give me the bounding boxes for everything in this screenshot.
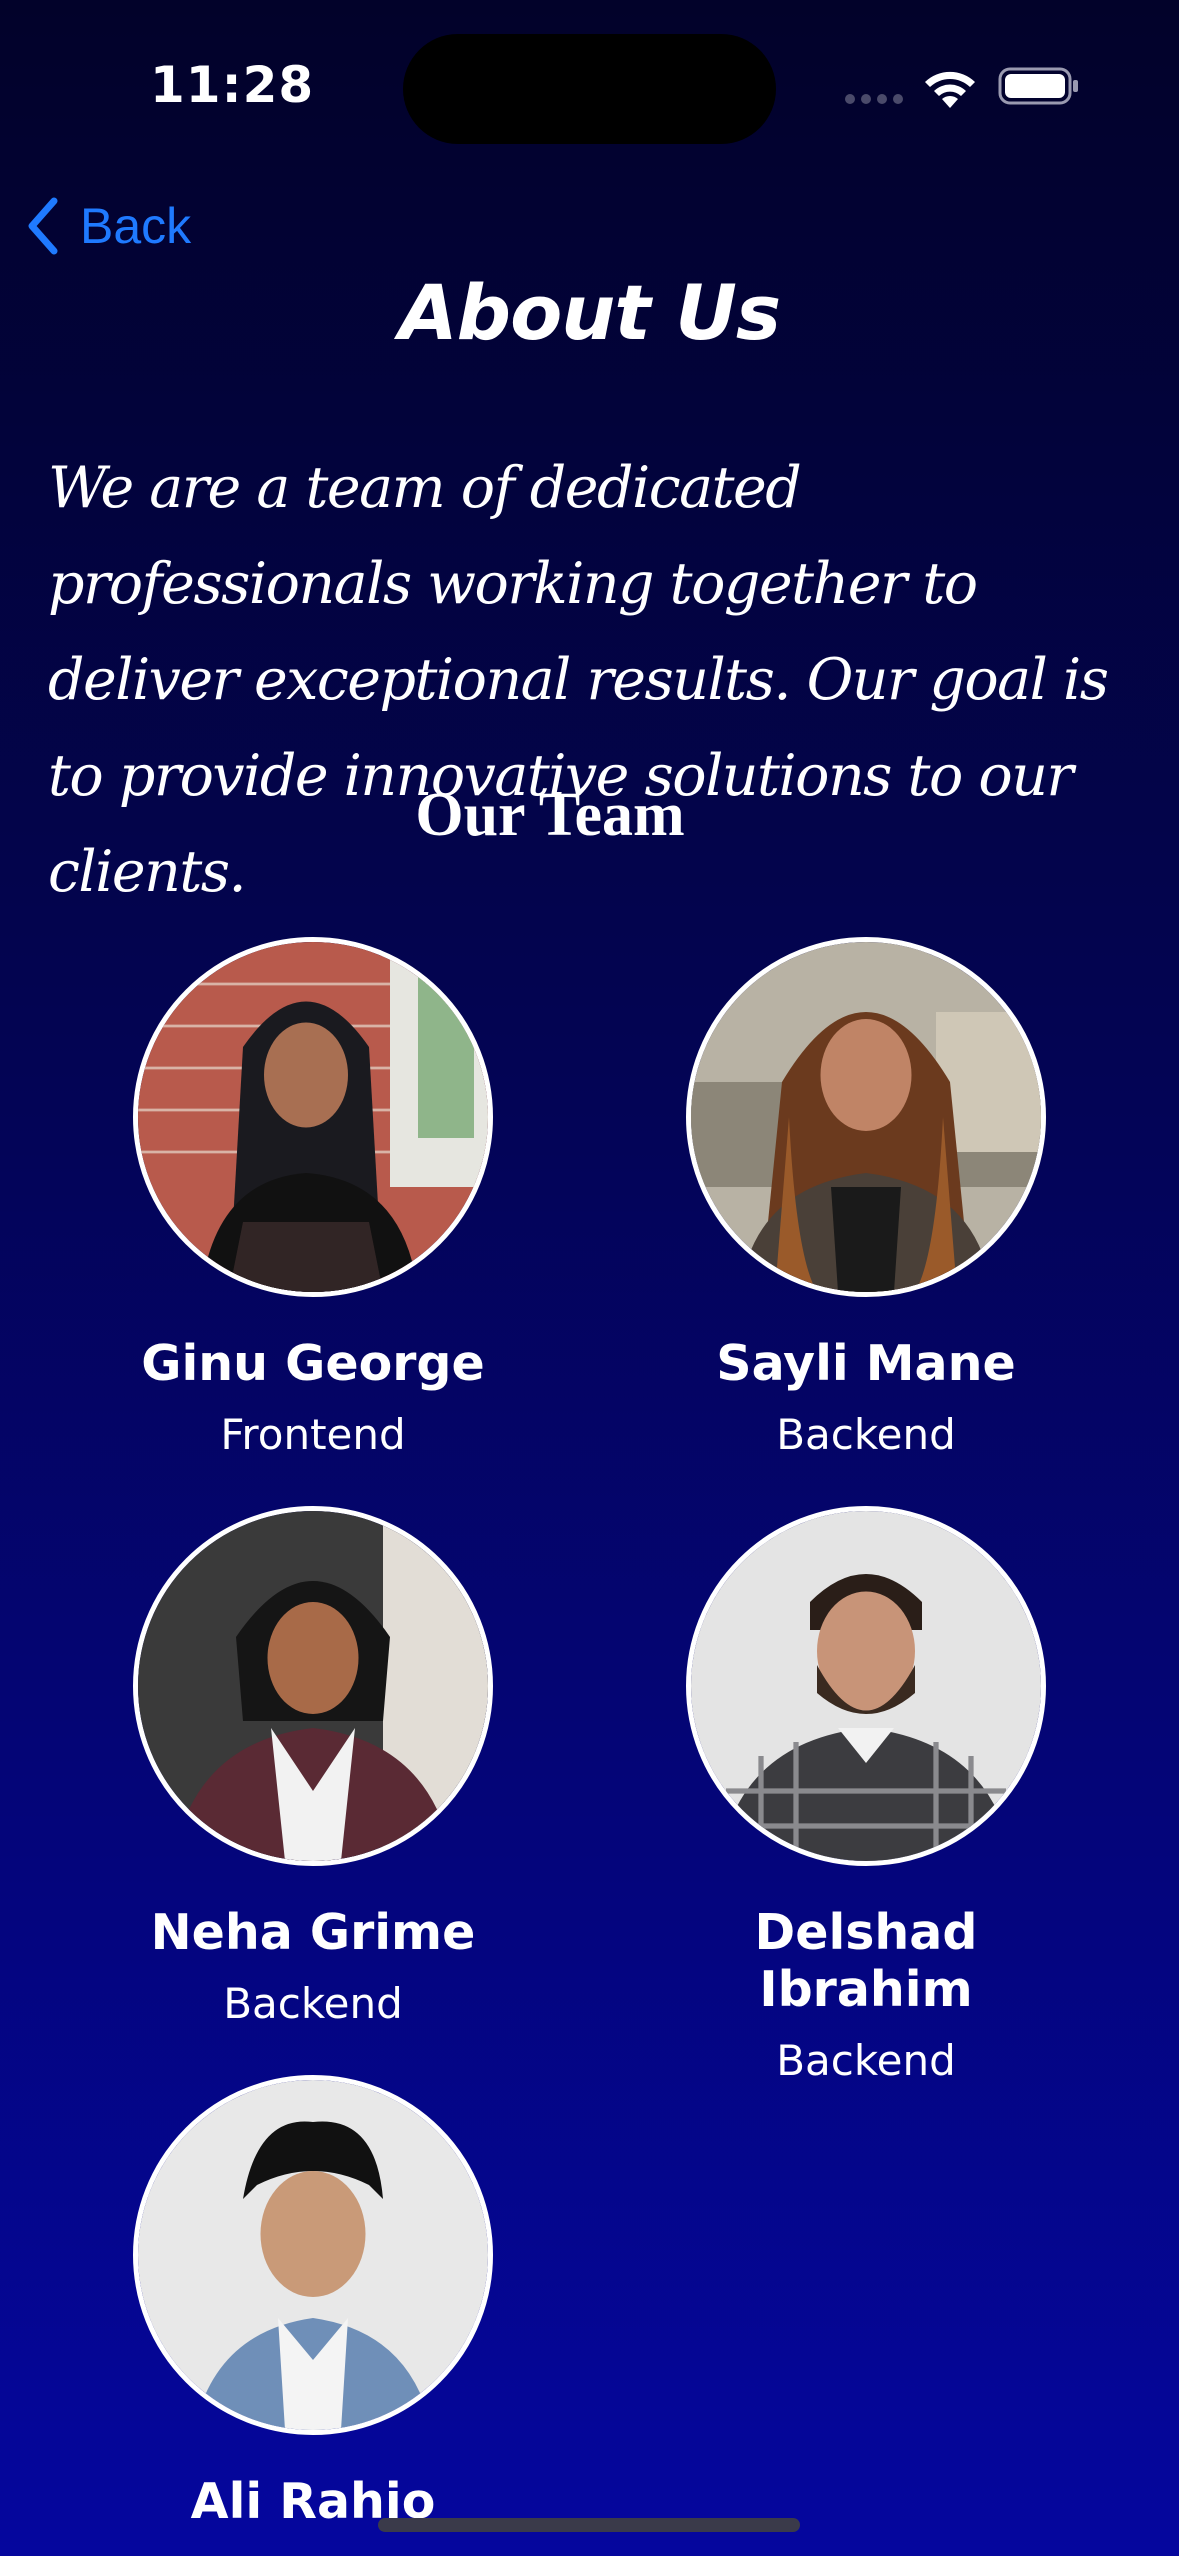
- back-button[interactable]: Back: [24, 194, 191, 258]
- dynamic-island: [403, 34, 776, 144]
- page-title: About Us: [398, 268, 781, 357]
- chevron-left-icon: [28, 197, 58, 255]
- team-member-card[interactable]: Neha Grime Backend: [123, 1506, 503, 2028]
- member-name: Ginu George: [141, 1335, 485, 1392]
- member-role: Backend: [223, 1979, 403, 2028]
- member-photo: [133, 937, 493, 1297]
- battery-icon: [998, 67, 1080, 105]
- team-member-card[interactable]: Sayli Mane Backend: [676, 937, 1056, 1459]
- team-heading: Our Team: [415, 781, 685, 849]
- member-role: Backend: [776, 2036, 956, 2085]
- member-name: Sayli Mane: [716, 1335, 1016, 1392]
- member-role: Backend: [776, 1410, 956, 1459]
- member-name: Neha Grime: [150, 1904, 476, 1961]
- team-member-card[interactable]: Ginu George Frontend: [123, 937, 503, 1459]
- member-photo: [133, 2075, 493, 2435]
- member-photo: [686, 1506, 1046, 1866]
- status-bar: 11:28: [0, 0, 1179, 150]
- member-photo: [133, 1506, 493, 1866]
- home-indicator[interactable]: [378, 2518, 800, 2532]
- status-time: 11:28: [150, 56, 315, 114]
- member-photo: [686, 937, 1046, 1297]
- member-role: Frontend: [220, 1410, 406, 1459]
- cellular-signal-icon: [845, 94, 905, 104]
- team-member-card[interactable]: Ali Rahjo: [123, 2075, 503, 2530]
- member-name: Delshad Ibrahim: [754, 1904, 978, 2018]
- wifi-icon: [922, 64, 978, 108]
- team-member-card[interactable]: Delshad Ibrahim Backend: [676, 1506, 1056, 2085]
- back-label: Back: [80, 198, 192, 254]
